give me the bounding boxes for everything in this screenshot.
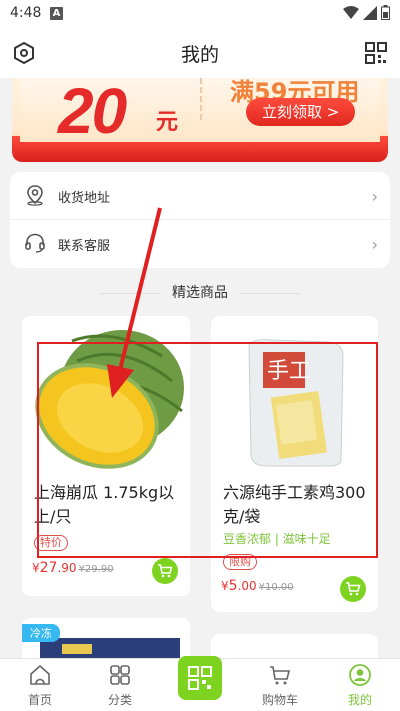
product-card[interactable]: 手工 六源纯手工素鸡300克/袋 豆香浓郁 | 滋味十足 限购 ¥5.00 ¥10… [211,316,378,612]
system-icons [343,5,390,20]
special-offer-tag: 特价 [34,535,68,551]
battery-icon [381,5,390,20]
tab-profile[interactable]: 我的 [320,659,400,711]
status-bar: 4:48 A [0,0,400,28]
product-name: 上海崩瓜 1.75kg以上/只 [34,483,175,526]
coupon-ticket: 20 元 满59元可用 立刻领取 > [20,78,380,147]
tab-cart[interactable]: 购物车 [240,659,320,711]
location-icon [27,185,43,206]
profile-icon [349,664,371,686]
svg-text:手工: 手工 [267,359,311,384]
tab-label: 首页 [27,693,52,707]
product-name: 六源纯手工素鸡300克/袋 [223,483,366,526]
product-card[interactable]: 上海崩瓜 1.75kg以上/只 特价 ¥27.90 ¥29.90 [22,316,190,596]
bottom-tab-bar: 首页 分类 购物车 我的 [0,656,400,711]
scan-icon [188,666,212,690]
add-to-cart-button[interactable] [340,576,366,602]
product-image-melon [35,330,184,469]
frozen-badge: 冷冻 [22,624,60,642]
page-title: 我的 [180,44,219,66]
original-price: ¥29.90 [78,564,114,575]
coupon-banner[interactable]: 20 元 满59元可用 立刻领取 > [12,78,388,162]
menu-item-support[interactable]: 联系客服 › [10,220,390,268]
top-header: 我的 [0,28,400,78]
product-price: ¥5.00 ¥10.00 [221,578,294,594]
currency-symbol: ¥ [221,579,229,593]
price-integer: 5 [228,578,238,594]
tab-category[interactable]: 分类 [80,659,160,711]
cart-icon [346,582,361,596]
account-menu: 收货地址 › 联系客服 › [10,172,390,268]
section-title: 精选商品 [160,282,240,302]
cart-icon [158,564,173,578]
product-price: ¥27.90 ¥29.90 [32,560,114,576]
tab-label: 购物车 [261,693,298,707]
scan-button[interactable] [178,656,222,700]
coupon-unit: 元 [156,110,179,135]
category-grid-icon [110,665,130,685]
add-to-cart-button[interactable] [152,558,178,584]
coupon-divider [200,78,202,120]
tab-label: 分类 [107,693,132,707]
product-subtitle: 豆香浓郁 | 滋味十足 [223,532,331,546]
qr-code-icon[interactable] [364,41,388,65]
price-decimal: .90 [57,561,77,575]
notification-icon: A [50,7,63,20]
purchase-limit-tag: 限购 [223,554,257,570]
menu-item-label: 联系客服 [58,239,111,254]
headset-icon [25,233,45,253]
original-price: ¥10.00 [258,582,294,593]
currency-symbol: ¥ [32,561,40,575]
coupon-amount: 20 [58,78,127,147]
menu-item-label: 收货地址 [58,191,111,206]
price-decimal: .00 [237,579,257,593]
wifi-icon [343,5,359,19]
cart-icon [270,666,291,685]
featured-section-heading: 精选商品 [0,282,400,302]
signal-icon [363,5,377,20]
status-time: 4:48 [10,5,42,21]
product-image-tofu: 手工 [248,339,344,467]
chevron-right-icon: › [371,187,378,206]
claim-coupon-button[interactable]: 立刻领取 > [246,98,356,126]
home-icon [30,664,50,685]
tab-home[interactable]: 首页 [0,659,80,711]
menu-item-address[interactable]: 收货地址 › [10,172,390,220]
tab-label: 我的 [347,693,372,707]
price-integer: 27 [39,560,58,576]
chevron-right-icon: › [371,235,378,254]
